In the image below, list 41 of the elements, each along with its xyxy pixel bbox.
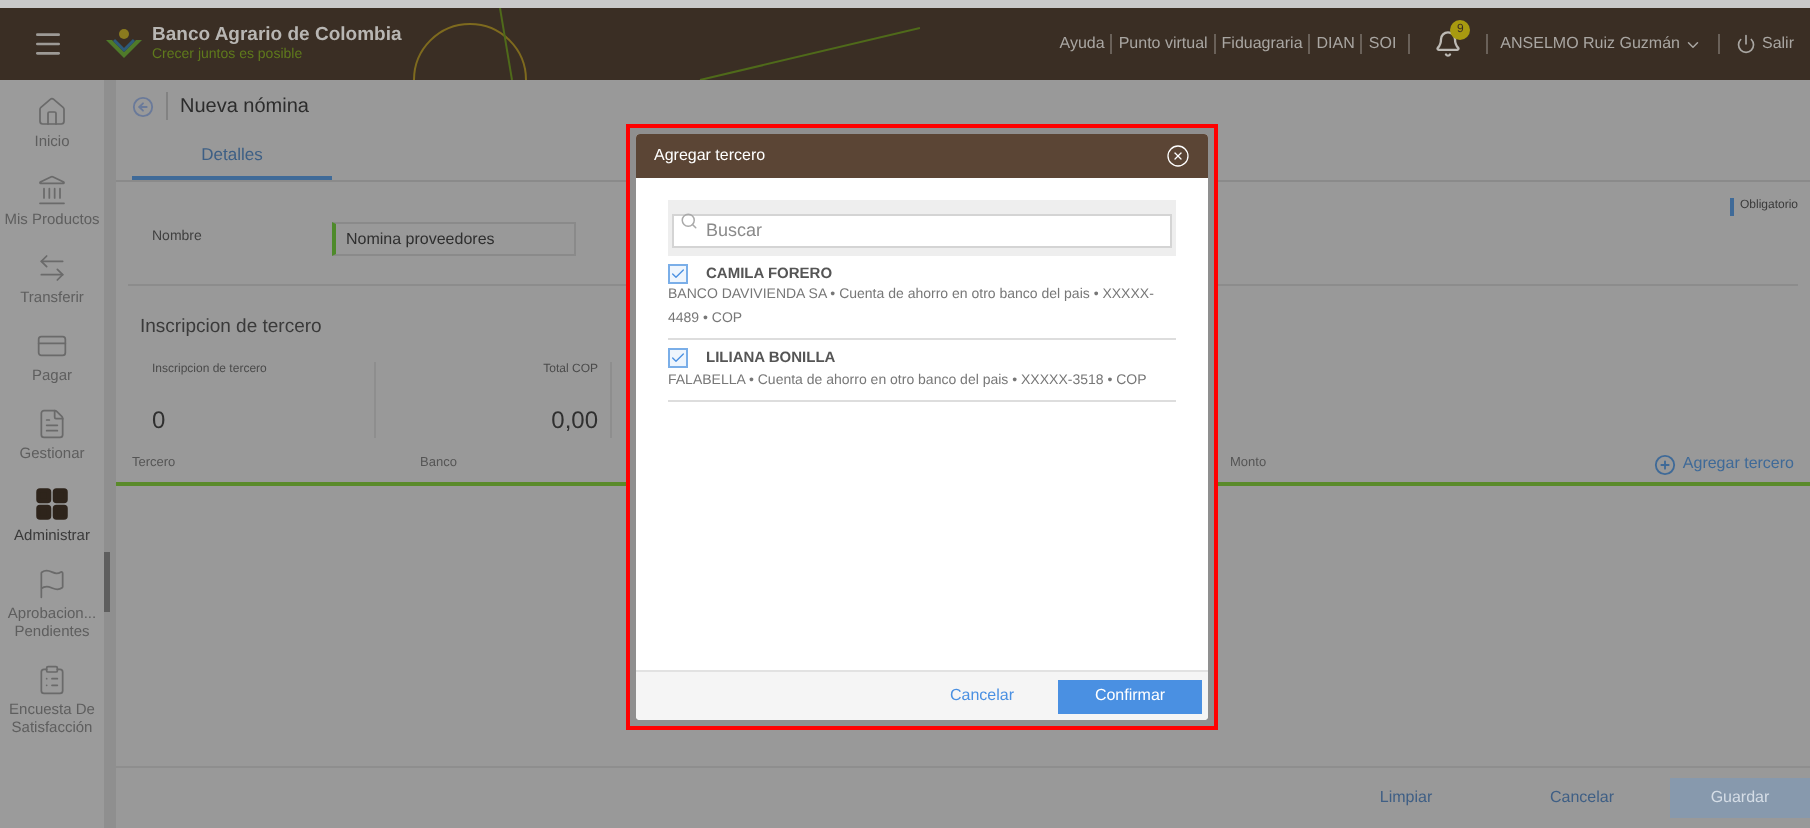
header-link[interactable]: DIAN: [1316, 32, 1355, 56]
checkbox[interactable]: [668, 347, 688, 368]
cancel-link[interactable]: Cancelar: [949, 679, 1014, 713]
grid-icon: [34, 486, 70, 522]
bank-icon: [36, 174, 68, 206]
flag-icon: [36, 568, 68, 600]
search-icon: [680, 212, 698, 230]
bank-logo-icon: [104, 28, 144, 60]
stat-value: 0: [152, 404, 166, 439]
add-third-party-button[interactable]: Agregar tercero: [1654, 452, 1794, 477]
pay-icon: [36, 330, 68, 362]
header-link[interactable]: Ayuda: [1059, 32, 1105, 56]
header-link[interactable]: Fiduagraria: [1221, 32, 1303, 56]
tab[interactable]: Detalles: [132, 132, 332, 180]
survey-icon: [36, 664, 68, 696]
page-title: Nueva nómina: [180, 93, 309, 121]
close-icon[interactable]: [1166, 144, 1190, 168]
header-link[interactable]: Punto virtual: [1118, 32, 1208, 56]
name-field[interactable]: Nomina proveedores: [332, 222, 576, 256]
dialog-title: Agregar tercero: [654, 144, 766, 168]
stat-value: 0,00: [551, 404, 598, 439]
search-field[interactable]: Buscar: [672, 213, 1172, 247]
header-link[interactable]: SOI: [1368, 32, 1397, 56]
power-icon: [1735, 34, 1756, 54]
manage-icon: [36, 408, 68, 440]
brand-name: Banco Agrario de Colombia: [152, 26, 402, 46]
check-icon: [670, 349, 686, 366]
checkbox[interactable]: [668, 263, 688, 284]
transfer-icon: [36, 252, 68, 284]
notification-icon[interactable]: [1434, 30, 1463, 58]
logout-button[interactable]: Salir: [1735, 32, 1794, 56]
footer-link[interactable]: Limpiar: [1318, 777, 1494, 817]
plus-icon: [1654, 453, 1677, 476]
check-icon: [670, 265, 686, 282]
footer-link[interactable]: Cancelar: [1494, 777, 1670, 817]
user-menu[interactable]: ANSELMO Ruiz Guzmán: [1500, 32, 1702, 56]
confirm-button[interactable]: Confirmar: [1058, 679, 1202, 713]
scrollbar-thumb[interactable]: [104, 552, 110, 612]
section-title: Inscripcion de tercero: [140, 314, 322, 342]
menu-icon[interactable]: [32, 28, 64, 60]
home-icon: [36, 96, 68, 128]
